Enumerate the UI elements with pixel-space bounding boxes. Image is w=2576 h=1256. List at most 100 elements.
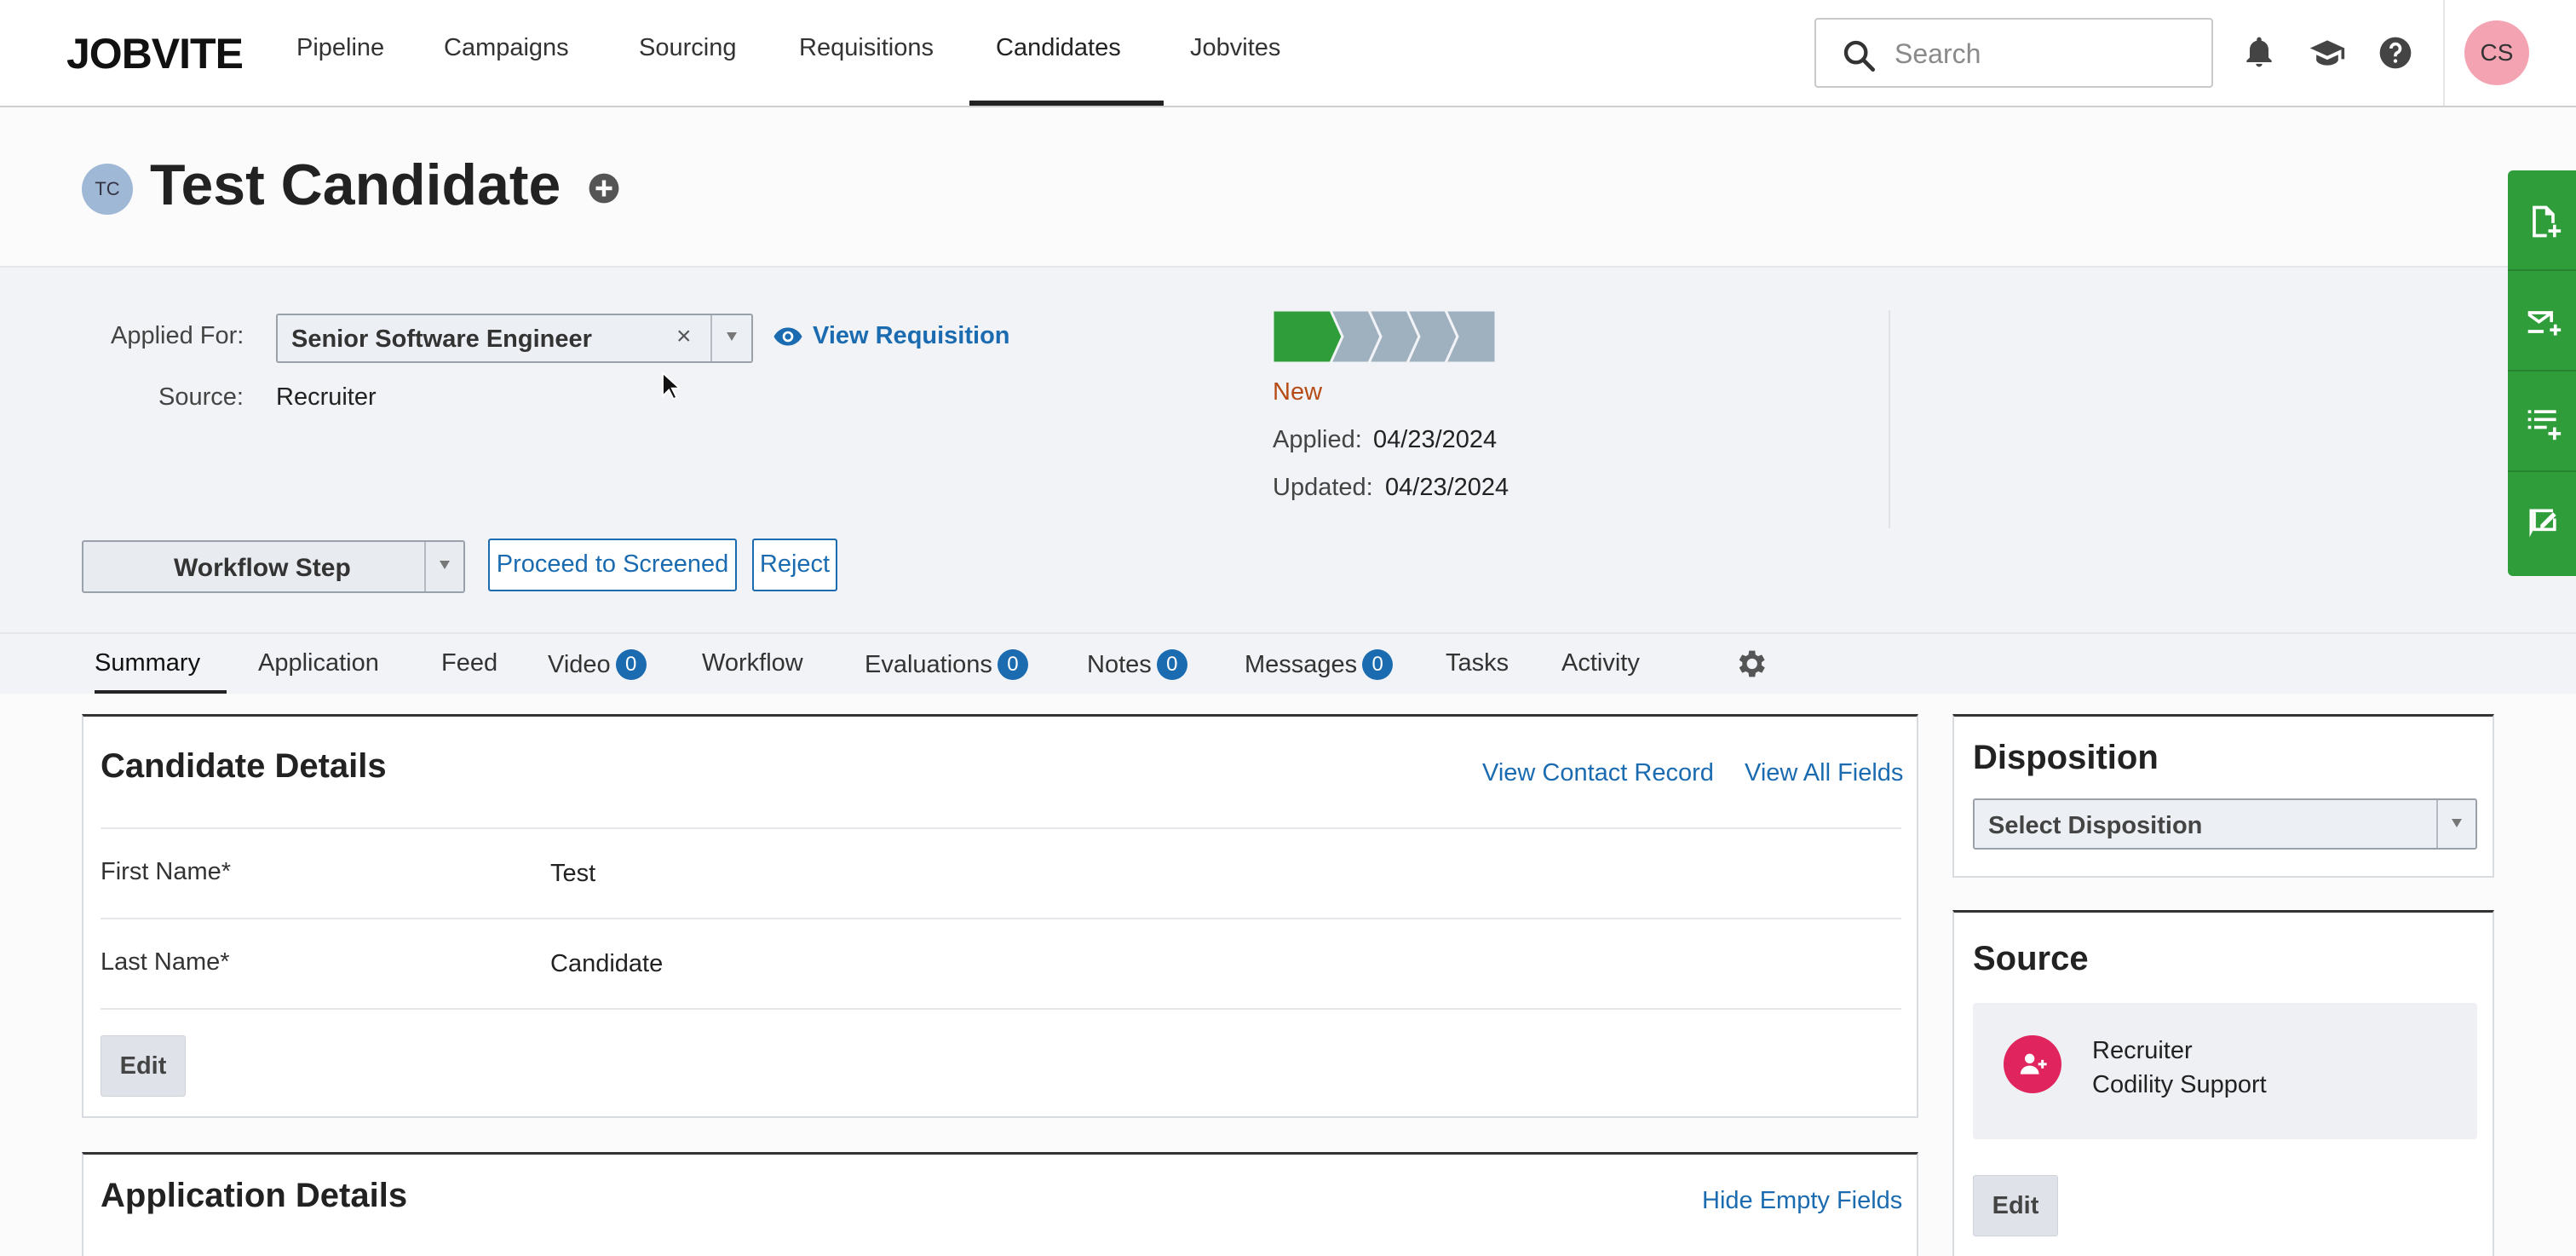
first-name-label: First Name* (101, 858, 231, 886)
nav-item-campaigns[interactable]: Campaigns (444, 34, 569, 62)
tab-label: Evaluations (865, 651, 992, 678)
source-name: Codility Support (2092, 1071, 2267, 1098)
help-icon[interactable] (2377, 34, 2414, 72)
tab-video[interactable]: Video 0 (548, 649, 647, 680)
card-title: Application Details (101, 1177, 408, 1214)
tab-summary[interactable]: Summary (95, 649, 200, 677)
tab-workflow[interactable]: Workflow (702, 649, 803, 677)
info-divider (1889, 310, 1890, 528)
source-item: Recruiter Codility Support (1973, 1003, 2477, 1139)
disposition-select[interactable]: Select Disposition (1973, 798, 2477, 850)
user-avatar[interactable]: CS (2464, 20, 2529, 85)
last-name-value: Candidate (550, 950, 664, 977)
applied-date-label: Applied: (1273, 426, 1362, 453)
count-badge: 0 (997, 649, 1028, 680)
nav-item-pipeline[interactable]: Pipeline (296, 34, 384, 62)
email-add-icon (2527, 311, 2562, 336)
recruiter-icon (2004, 1035, 2061, 1093)
add-list-icon (2527, 410, 2562, 441)
workflow-step-label: Workflow Step (174, 554, 351, 582)
graduation-cap-icon[interactable] (2309, 34, 2346, 72)
add-document-button[interactable] (2508, 170, 2576, 271)
field-label: First Name (101, 858, 221, 885)
mouse-cursor-icon (662, 372, 680, 400)
search-box[interactable] (1814, 18, 2213, 88)
add-circle-icon[interactable] (588, 172, 620, 205)
edit-source-button[interactable]: Edit (1973, 1175, 2058, 1236)
first-name-value: Test (550, 860, 596, 887)
hide-empty-fields-link[interactable]: Hide Empty Fields (1702, 1187, 1902, 1215)
top-navigation: JOBVITE Pipeline Campaigns Sourcing Requ… (0, 0, 2576, 107)
bell-icon[interactable] (2240, 34, 2278, 72)
count-badge: 0 (1156, 649, 1187, 680)
source-card: Source Recruiter Codility Support Edit (1952, 910, 2494, 1256)
source-label: Source: (158, 383, 244, 411)
add-document-icon (2533, 205, 2562, 238)
view-requisition-link[interactable]: View Requisition (772, 322, 1010, 350)
view-requisition-label: View Requisition (813, 322, 1010, 349)
tab-label: Workflow (702, 649, 803, 677)
tab-application[interactable]: Application (258, 649, 379, 677)
candidate-avatar: TC (82, 164, 133, 215)
chevron-down-icon[interactable] (440, 561, 450, 569)
select-separator (2436, 800, 2438, 848)
tab-messages[interactable]: Messages 0 (1245, 649, 1394, 680)
workflow-progress-bar (1273, 310, 1496, 363)
chevron-down-icon[interactable] (2452, 819, 2462, 827)
row-divider (101, 827, 1901, 829)
gear-icon[interactable] (1733, 646, 1768, 682)
applied-date-value: 04/23/2024 (1373, 426, 1498, 453)
reject-button[interactable]: Reject (752, 539, 837, 591)
tab-label: Activity (1561, 649, 1640, 677)
application-details-card: Application Details Hide Empty Fields (82, 1152, 1918, 1256)
quick-actions-rail (2508, 170, 2576, 576)
jobvite-logo[interactable]: JOBVITE (66, 29, 244, 78)
progress-step (1273, 310, 1344, 363)
add-note-button[interactable] (2508, 472, 2576, 573)
required-marker: * (220, 948, 230, 976)
updated-date-value: 04/23/2024 (1385, 474, 1509, 501)
tab-tasks[interactable]: Tasks (1446, 649, 1509, 677)
workflow-step-select[interactable]: Workflow Step (82, 540, 465, 593)
nav-item-jobvites[interactable]: Jobvites (1190, 34, 1280, 62)
card-title: Source (1973, 940, 2089, 977)
nav-item-candidates[interactable]: Candidates (996, 34, 1121, 62)
tab-label: Video (548, 651, 611, 678)
edit-candidate-details-button[interactable]: Edit (101, 1035, 186, 1097)
required-marker: * (221, 858, 232, 885)
disposition-card: Disposition Select Disposition (1952, 714, 2494, 878)
tab-label: Summary (95, 649, 201, 677)
tab-activity[interactable]: Activity (1561, 649, 1640, 677)
eye-icon (773, 327, 802, 346)
search-input[interactable] (1895, 37, 2193, 71)
proceed-to-screened-button[interactable]: Proceed to Screened (488, 539, 737, 591)
tab-evaluations[interactable]: Evaluations 0 (865, 649, 1028, 680)
view-all-fields-link[interactable]: View All Fields (1745, 759, 1903, 787)
tab-notes[interactable]: Notes 0 (1087, 649, 1187, 680)
tab-label: Tasks (1446, 649, 1509, 677)
clear-selection-icon[interactable]: × (676, 322, 692, 351)
nav-divider (2443, 0, 2445, 106)
applied-for-label: Applied For: (111, 322, 244, 349)
tab-feed[interactable]: Feed (441, 649, 497, 677)
last-name-label: Last Name* (101, 948, 230, 977)
tab-label: Application (258, 649, 379, 677)
nav-item-sourcing[interactable]: Sourcing (639, 34, 736, 62)
note-edit-icon (2529, 509, 2556, 538)
candidate-tabs: Summary Application Feed Video 0 Workflow… (0, 632, 2576, 695)
applied-for-select[interactable]: Senior Software Engineer × (276, 314, 753, 363)
field-label: Last Name (101, 948, 221, 976)
chevron-down-icon[interactable] (727, 332, 737, 341)
tab-label: Notes (1087, 651, 1152, 678)
view-contact-record-link[interactable]: View Contact Record (1482, 759, 1714, 787)
tab-label: Feed (441, 649, 498, 677)
row-divider (101, 1008, 1901, 1010)
source-value: Recruiter (276, 383, 377, 411)
nav-item-requisitions[interactable]: Requisitions (799, 34, 934, 62)
add-task-button[interactable] (2508, 372, 2576, 472)
application-info-panel: Applied For: Senior Software Engineer × … (0, 268, 2576, 632)
applied-for-value: Senior Software Engineer (291, 326, 592, 353)
candidate-details-card: Candidate Details View Contact Record Vi… (82, 714, 1918, 1118)
active-nav-indicator (969, 101, 1164, 106)
compose-email-button[interactable] (2508, 271, 2576, 372)
